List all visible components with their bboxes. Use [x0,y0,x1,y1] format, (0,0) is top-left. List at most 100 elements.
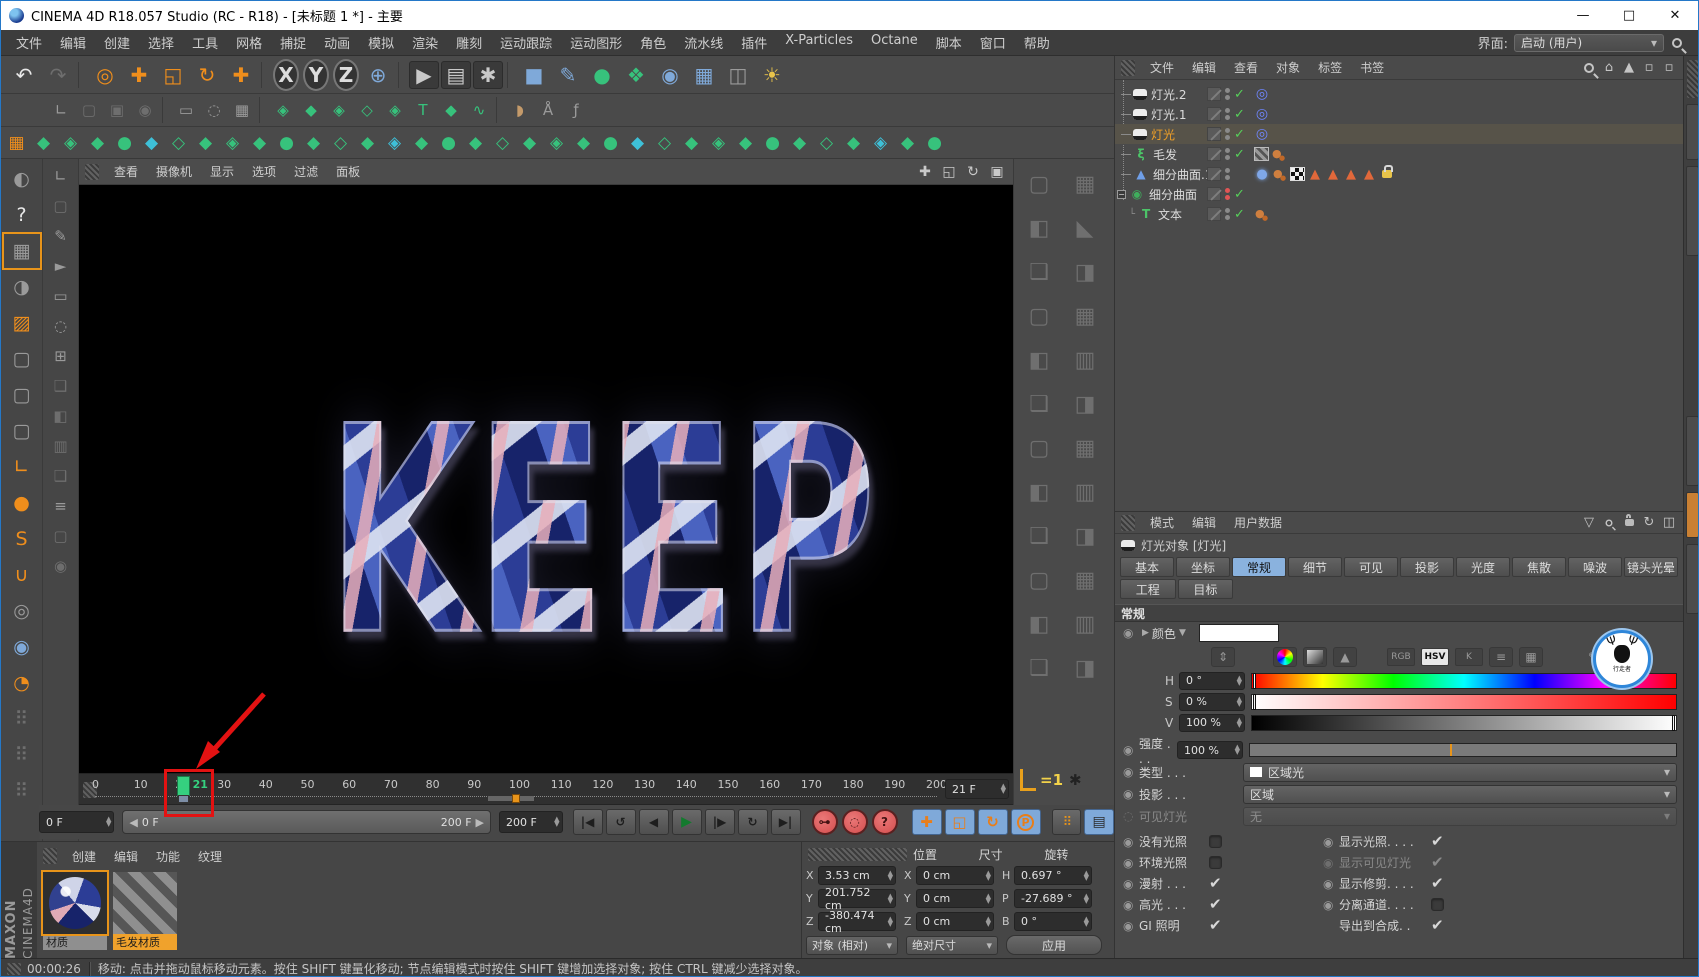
range-end-field[interactable]: 200 F ▲▼ [499,811,563,833]
goto-start-button[interactable]: |◀ [573,809,603,835]
rotate-tool-icon[interactable]: ↻ [190,59,224,91]
dock-tab[interactable] [1686,416,1699,486]
tile-tool-icon[interactable]: ▢ [46,192,76,220]
xparticles-tool-23-icon[interactable]: ◆ [624,129,651,156]
panel-grip-icon[interactable] [1121,515,1135,531]
snap-tool-17-icon[interactable]: ❑ [1016,514,1062,558]
expander-icon[interactable]: − [1117,190,1126,199]
xparticles-tool-14-icon[interactable]: ◈ [381,129,408,156]
record-keyframe-button[interactable]: ⊶ [812,809,838,835]
text-tool-icon[interactable]: T [409,97,437,124]
image-picker-icon[interactable]: ▲ [1333,647,1357,667]
anim-circle-icon[interactable]: ◉ [1323,898,1339,912]
key-pla-icon[interactable]: ⠿ [1052,809,1082,835]
interface-dropdown[interactable]: 启动 (用户) [1514,34,1664,52]
tri-tag-icon[interactable]: ▲ [1361,167,1377,182]
viewport-menu-查看[interactable]: 查看 [105,163,147,180]
tab-常规[interactable]: 常规 [1232,557,1286,577]
tab-基本[interactable]: 基本 [1120,557,1174,577]
subdivision-surface-icon[interactable]: ● [585,59,619,91]
dropdown-triangle-icon[interactable]: ▼ [1179,628,1186,638]
panel-grip-icon[interactable] [43,848,57,864]
tab-噪波[interactable]: 噪波 [1568,557,1622,577]
k-mode-button[interactable]: K [1455,648,1483,666]
array-generator-icon[interactable]: ❖ [619,59,653,91]
object-row-细分曲面.1[interactable]: ▲细分曲面.1●▲▲▲▲ [1115,164,1683,184]
spline-arc-icon[interactable]: ∿ [465,97,493,124]
material-thumbnail[interactable]: 材质 [43,872,107,952]
xparticles-tool-16-icon[interactable]: ● [435,129,462,156]
anim-circle-icon[interactable]: ◉ [1123,835,1139,849]
mesh-cone-icon[interactable]: ◈ [325,97,353,124]
xparticles-tool-32-icon[interactable]: ◈ [867,129,894,156]
render-settings-icon[interactable]: ✱ [473,61,503,89]
xparticles-tool-22-icon[interactable]: ● [597,129,624,156]
grid-tile-1-icon[interactable]: ⠿ [4,702,40,736]
object-row-细分曲面[interactable]: −◉细分曲面✓ [1115,184,1683,204]
minimize-button[interactable]: — [1560,2,1606,30]
object-menu-编辑[interactable]: 编辑 [1183,59,1225,76]
sculpt-knife-icon[interactable]: ◗ [506,97,534,124]
snap-tool-24-icon[interactable]: ◨ [1062,646,1108,690]
menu-雕刻[interactable]: 雕刻 [447,33,491,52]
menu-编辑[interactable]: 编辑 [51,33,95,52]
snap-tool-14-icon[interactable]: ▦ [1062,426,1108,470]
timeline-ruler[interactable]: 0102030405060708090100110120130140150160… [79,773,1013,805]
mesh-sphere-icon[interactable]: ◆ [297,97,325,124]
undo-icon[interactable]: ↶ [7,59,41,91]
target-tag-icon[interactable]: ◎ [1254,87,1270,102]
checkbox-checked-icon[interactable]: ✔ [1431,856,1444,869]
search-icon[interactable] [1599,514,1619,532]
mesh-pen-icon[interactable]: ◆ [437,97,465,124]
enable-axis-icon[interactable]: ● [4,486,40,520]
playhead[interactable] [177,776,190,796]
marquee-tool-icon[interactable]: ▭ [46,282,76,310]
xparticles-tool-7-icon[interactable]: ◆ [192,129,219,156]
viewport-solo-icon[interactable]: ◎ [4,594,40,628]
key-scale-button[interactable]: ◱ [945,809,975,835]
xparticles-tool-13-icon[interactable]: ◆ [354,129,381,156]
menu-插件[interactable]: 插件 [732,33,776,52]
anim-circle-icon[interactable]: ◉ [1123,856,1139,870]
value-slider[interactable] [1251,715,1677,731]
material-menu-创建[interactable]: 创建 [63,848,105,865]
search-icon[interactable] [1672,38,1682,48]
menu-选择[interactable]: 选择 [139,33,183,52]
object-row-灯光[interactable]: 灯光✓◎ [1115,124,1683,144]
enable-checkmark-icon[interactable]: ✓ [1234,147,1248,162]
tab-目标[interactable]: 目标 [1178,579,1234,599]
snap-tool-5-icon[interactable]: ❑ [1016,250,1062,294]
menu-模拟[interactable]: 模拟 [359,33,403,52]
refresh-icon[interactable]: ↻ [1639,514,1659,532]
deformer-icon[interactable]: ◉ [653,59,687,91]
magnet-snap-icon[interactable]: ∪ [4,558,40,592]
material-menu-纹理[interactable]: 纹理 [189,848,231,865]
visibility-dots[interactable] [1225,148,1230,160]
menu-创建[interactable]: 创建 [95,33,139,52]
attribute-menu-用户数据[interactable]: 用户数据 [1225,514,1291,531]
visibility-dots[interactable] [1225,128,1230,140]
environment-floor-icon[interactable]: ▦ [687,59,721,91]
play-reverse-button[interactable]: ↺ [606,809,636,835]
checkbox-unchecked[interactable] [1431,898,1444,911]
object-menu-文件[interactable]: 文件 [1141,59,1183,76]
enable-checkmark-icon[interactable]: ✓ [1234,87,1248,102]
dock-tab[interactable] [1686,104,1699,160]
tab-投影[interactable]: 投影 [1400,557,1454,577]
maximize-button[interactable]: □ [1606,2,1652,30]
saturation-slider[interactable] [1251,694,1677,710]
palette-grid-icon[interactable]: ▦ [3,129,30,156]
anim-circle-icon[interactable]: ◉ [1323,877,1339,891]
position-field[interactable]: -380.474 cm▲▼ [818,912,896,931]
dots-tag-icon[interactable] [1254,207,1270,222]
snap-tool-11-icon[interactable]: ❑ [1016,382,1062,426]
xpresso-fx-icon[interactable]: ƒ [562,97,590,124]
menu-捕捉[interactable]: 捕捉 [271,33,315,52]
editor-render-toggle[interactable] [1207,147,1221,161]
rotate-workplane-icon[interactable]: ◔ [4,666,40,700]
visibility-dots[interactable] [1225,188,1230,200]
checkbox-checked-icon[interactable]: ✔ [1431,835,1444,848]
snap-tool-13-icon[interactable]: ▢ [1016,426,1062,470]
annotation-a-icon[interactable]: Å [534,97,562,124]
snap-tool-8-icon[interactable]: ▦ [1062,294,1108,338]
